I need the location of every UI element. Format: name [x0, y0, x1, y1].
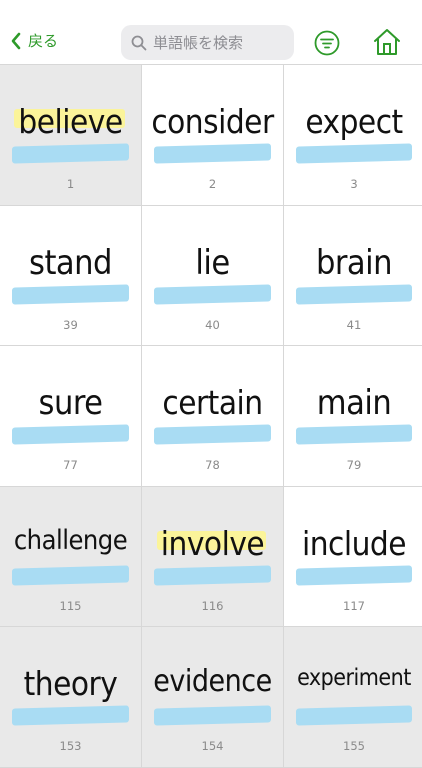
- word-card[interactable]: challenge 115: [0, 486, 141, 627]
- word-number: 2: [208, 177, 217, 191]
- word-card[interactable]: certain 78: [142, 346, 283, 487]
- word-card[interactable]: experiment 155: [284, 627, 422, 768]
- word-number: 115: [59, 598, 82, 613]
- word-number: 41: [346, 317, 362, 332]
- filter-icon: [314, 30, 340, 56]
- word-text: brain: [315, 242, 393, 283]
- word-card[interactable]: lie 40: [142, 205, 283, 346]
- word-text: stand: [29, 242, 112, 283]
- word-number: 78: [205, 458, 220, 472]
- word-text: challenge: [13, 524, 128, 556]
- word-text: main: [316, 383, 392, 423]
- word-card[interactable]: main 79: [284, 346, 422, 487]
- word-card-grid: believe 1 consider 2 expect 3 stand 39 lie 40 brai…: [0, 65, 422, 768]
- word-number: 117: [343, 598, 365, 613]
- word-text: theory: [23, 664, 118, 703]
- word-text: believe: [14, 105, 125, 138]
- word-card[interactable]: theory 153: [0, 627, 141, 768]
- word-text: expect: [305, 102, 403, 141]
- navigation-bar: 戻る: [0, 0, 422, 65]
- search-input[interactable]: [153, 33, 293, 52]
- back-button[interactable]: 戻る: [10, 30, 58, 51]
- word-text: consider: [151, 102, 274, 141]
- chevron-left-icon: [11, 32, 21, 49]
- word-number: 1: [66, 177, 75, 191]
- word-text: certain: [162, 383, 263, 422]
- word-text: evidence: [153, 664, 272, 699]
- word-number: 39: [63, 317, 78, 332]
- back-label: 戻る: [28, 32, 59, 50]
- word-number: 77: [63, 458, 78, 472]
- home-icon: [374, 29, 400, 55]
- search-bar[interactable]: [121, 25, 294, 60]
- word-card[interactable]: include 117: [284, 486, 422, 627]
- word-card[interactable]: involve 116: [142, 486, 283, 627]
- word-text: experiment: [297, 665, 411, 691]
- word-number: 155: [343, 739, 365, 753]
- word-text: involve: [156, 527, 267, 560]
- word-number: 79: [346, 458, 362, 472]
- word-card[interactable]: evidence 154: [142, 627, 283, 768]
- word-text: lie: [195, 242, 230, 283]
- word-number: 153: [59, 739, 82, 753]
- word-card[interactable]: sure 77: [0, 346, 141, 487]
- home-button[interactable]: [372, 27, 402, 61]
- search-icon: [131, 35, 147, 50]
- word-card[interactable]: consider 2: [142, 65, 283, 206]
- word-number: 3: [350, 177, 358, 191]
- word-number: 116: [201, 598, 224, 613]
- word-card[interactable]: brain 41: [284, 205, 422, 346]
- word-text: sure: [38, 383, 103, 423]
- word-number: 154: [201, 739, 224, 753]
- word-text: include: [301, 523, 407, 563]
- word-card[interactable]: believe 1: [0, 65, 141, 206]
- word-card[interactable]: expect 3: [284, 65, 422, 206]
- word-card[interactable]: stand 39: [0, 205, 141, 346]
- word-number: 40: [205, 317, 220, 332]
- filter-button[interactable]: [314, 30, 340, 60]
